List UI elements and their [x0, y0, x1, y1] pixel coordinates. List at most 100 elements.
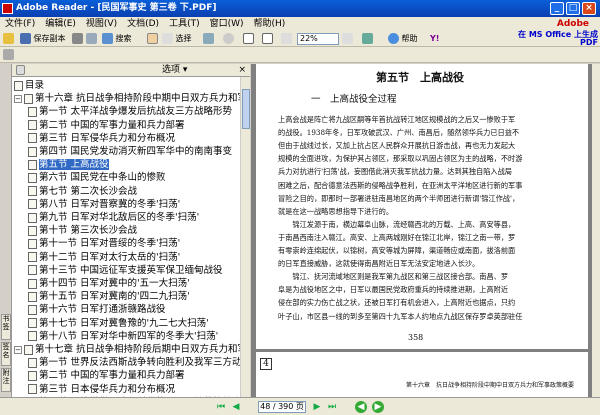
hand-tool-button[interactable] — [147, 33, 158, 45]
tab-signatures[interactable]: 签名 — [1, 342, 11, 366]
minimize-button[interactable]: _ — [550, 2, 564, 15]
text-line: 困难之后，配合德意法西斯的侵略战争胜利，在亚洲太平洋地区进行新的军事 — [278, 180, 523, 190]
bookmark-item[interactable]: 第十一节 日军对晋绥的冬季'扫荡' — [28, 237, 180, 250]
edit-tool-button[interactable] — [3, 49, 14, 61]
print-button[interactable] — [72, 33, 83, 45]
bookmark-item[interactable]: 第十六节 日军打通浙赣路战役 — [28, 303, 166, 316]
prev-page-button[interactable]: ◀ — [230, 401, 242, 413]
bookmark-item[interactable]: 第三节 日本侵华兵力和分布概况 — [28, 383, 175, 396]
menu-view[interactable]: 视图(V) — [81, 17, 122, 31]
menu-file[interactable]: 文件(F) — [0, 17, 40, 31]
rotate-button[interactable] — [362, 33, 373, 45]
bookmark-icon — [28, 159, 37, 170]
zoom-in-button[interactable] — [342, 33, 353, 45]
tab-annotations[interactable]: 附注 — [1, 368, 11, 392]
close-pane-icon[interactable]: × — [238, 64, 246, 76]
bookmark-item[interactable]: 第三节 日军侵华兵力和分布概况 — [28, 132, 175, 145]
bookmark-item[interactable]: 第八节 日军对晋察冀的冬季'扫荡' — [28, 198, 180, 211]
bookmark-icon — [24, 93, 33, 104]
bookmark-label: 第十四节 日军对冀中的'五一大扫荡' — [39, 278, 190, 289]
bookmark-item[interactable]: 第九节 日军对华北敌后区的冬季'扫荡' — [28, 211, 199, 224]
next-view-button[interactable]: ▶ — [372, 401, 384, 413]
page-number-field[interactable]: 48 / 390 页 — [258, 401, 306, 413]
bookmark-item[interactable]: 第一节 世界反法西斯战争转向胜利及我军三方动 — [28, 356, 240, 369]
menu-document[interactable]: 文档(D) — [122, 17, 164, 31]
plus-icon — [342, 33, 353, 44]
search-button[interactable]: 搜索 — [102, 33, 132, 45]
save-icon — [20, 33, 31, 44]
delete-bookmark-icon[interactable] — [16, 65, 25, 75]
menu-window[interactable]: 窗口(W) — [205, 17, 249, 31]
bookmark-item[interactable]: 第十八节 日军对华中新四军的冬季大'扫荡' — [28, 330, 218, 343]
bookmark-label: 第二节 中国的军事力量和兵力部署 — [39, 119, 185, 131]
bookmark-item[interactable]: 第四节 国民党发动消灭新四军华中的南南事变 — [28, 145, 232, 158]
collapse-toggle[interactable]: − — [14, 94, 22, 103]
fit-width-icon — [262, 33, 273, 44]
select-label: 选择 — [175, 34, 192, 43]
zoom-input[interactable]: 22% — [297, 33, 339, 45]
office-pdf-ad-link[interactable]: 在 MS Office 上生成 PDF — [518, 31, 598, 47]
maximize-button[interactable]: □ — [566, 2, 580, 15]
bookmark-item[interactable]: 第十节 第三次长沙会战 — [28, 224, 137, 237]
bookmark-item[interactable]: 第七节 第二次长沙会战 — [28, 185, 137, 198]
bookmark-label: 第九节 日军对华北敌后区的冬季'扫荡' — [39, 212, 200, 223]
text-line: 冒险之目的，即那时一部署进驻南昌地区的两个半师团进行新谓'锦江作战'， — [278, 193, 520, 203]
bookmark-item[interactable]: 第六节 国民党在中条山的惨败 — [28, 171, 166, 184]
bookmark-item[interactable]: 第二节 中国的军事力量和兵力部署 — [28, 369, 185, 382]
document-view[interactable]: 第五节 上高战役 一 上高战役全过程 上高会战是阵亡将九战区嗣等年首抗战转江地区… — [251, 64, 592, 397]
close-button[interactable]: × — [582, 2, 596, 15]
collapse-toggle[interactable]: − — [14, 345, 22, 354]
section-subtitle: 一 上高战役全过程 — [311, 94, 397, 105]
bookmark-label: 第五节 上高战役 — [39, 159, 109, 171]
pdf-page-next: 4 第十六章 抗日战争相持阶段中期中日双方兵力和军事政策概要 — [256, 352, 588, 397]
zoom-out-button[interactable] — [281, 33, 292, 45]
bookmark-scrollbar[interactable] — [240, 77, 250, 397]
save-copy-button[interactable]: 保存副本 — [20, 33, 66, 45]
snapshot-button[interactable] — [203, 33, 214, 45]
menu-help[interactable]: 帮助(H) — [249, 17, 291, 31]
bookmark-item[interactable]: 第十七节 日军对冀鲁豫的'九二七大扫荡' — [28, 317, 209, 330]
bookmark-item[interactable]: 第十三节 中国远征军支援英军保卫缅甸战役 — [28, 264, 223, 277]
bookmark-icon — [28, 384, 37, 395]
bookmark-label: 第十二节 日军对太行太岳的'扫荡' — [39, 251, 181, 263]
menu-tools[interactable]: 工具(T) — [164, 17, 205, 31]
search-icon — [102, 33, 113, 44]
bookmark-label: 第七节 第二次长沙会战 — [39, 185, 138, 197]
select-tool-button[interactable]: 选择 — [162, 33, 192, 45]
fit-width-button[interactable] — [262, 33, 273, 45]
bookmark-item[interactable]: 第二节 中国的军事力量和兵力部署 — [28, 119, 185, 132]
bookmark-item[interactable]: 第十五节 日军对冀南的'四二九扫荡' — [28, 290, 190, 303]
previous-view-button[interactable]: ◀ — [355, 401, 367, 413]
bookmark-label: 第十七节 日军对冀鲁豫的'九二七大扫荡' — [39, 317, 209, 329]
title-bar: Adobe Reader - [民国军事史 第三卷 下.PDF] _ □ × — [0, 0, 600, 17]
bookmark-label: 第一节 太平洋战争爆发后抗战友三方战略形势 — [39, 106, 233, 118]
next-page-button[interactable]: ▶ — [311, 401, 323, 413]
document-scrollbar[interactable] — [592, 64, 600, 397]
options-button[interactable]: 选项 ▾ — [162, 65, 187, 76]
zoom-tool-button[interactable] — [223, 33, 234, 45]
bookmark-item[interactable]: 第一节 太平洋战争爆发后抗战友三方战略形势 — [28, 105, 232, 118]
bookmark-icon — [28, 304, 37, 315]
scrollbar-thumb[interactable] — [242, 89, 250, 129]
bookmark-item[interactable]: 第五节 上高战役 — [28, 158, 109, 171]
fit-page-button[interactable] — [243, 33, 254, 45]
bookmark-label: 第二节 中国的军事力量和兵力部署 — [39, 370, 185, 382]
note-icon[interactable]: 4 — [260, 358, 272, 370]
menu-bar: 文件(F) 编辑(E) 视图(V) 文档(D) 工具(T) 窗口(W) 帮助(H) Adob… — [0, 17, 600, 31]
open-button[interactable] — [3, 33, 14, 45]
bookmark-icon — [28, 186, 37, 197]
yahoo-button[interactable]: Y! — [430, 33, 439, 45]
first-page-button[interactable]: ⏮ — [215, 401, 227, 413]
menu-edit[interactable]: 编辑(E) — [40, 17, 81, 31]
bookmark-item[interactable]: 第十二节 日军对太行太岳的'扫荡' — [28, 251, 180, 264]
bookmark-icon — [28, 225, 37, 236]
help-button[interactable]: 帮助 — [388, 33, 418, 45]
bookmark-chapter[interactable]: 目录 — [14, 79, 44, 92]
bookmark-chapter[interactable]: − 第十七章 抗日战争相持阶段后期中日双方兵力和军 — [14, 343, 240, 356]
help-label: 帮助 — [401, 34, 418, 43]
bookmark-item[interactable]: 第十四节 日军对冀中的'五一大扫荡' — [28, 277, 190, 290]
tab-bookmarks[interactable]: 书签 — [1, 314, 11, 340]
bookmark-chapter[interactable]: − 第十六章 抗日战争相持阶段中期中日双方兵力和军 — [14, 92, 240, 105]
last-page-button[interactable]: ⏭ — [326, 401, 338, 413]
email-button[interactable] — [86, 33, 97, 45]
